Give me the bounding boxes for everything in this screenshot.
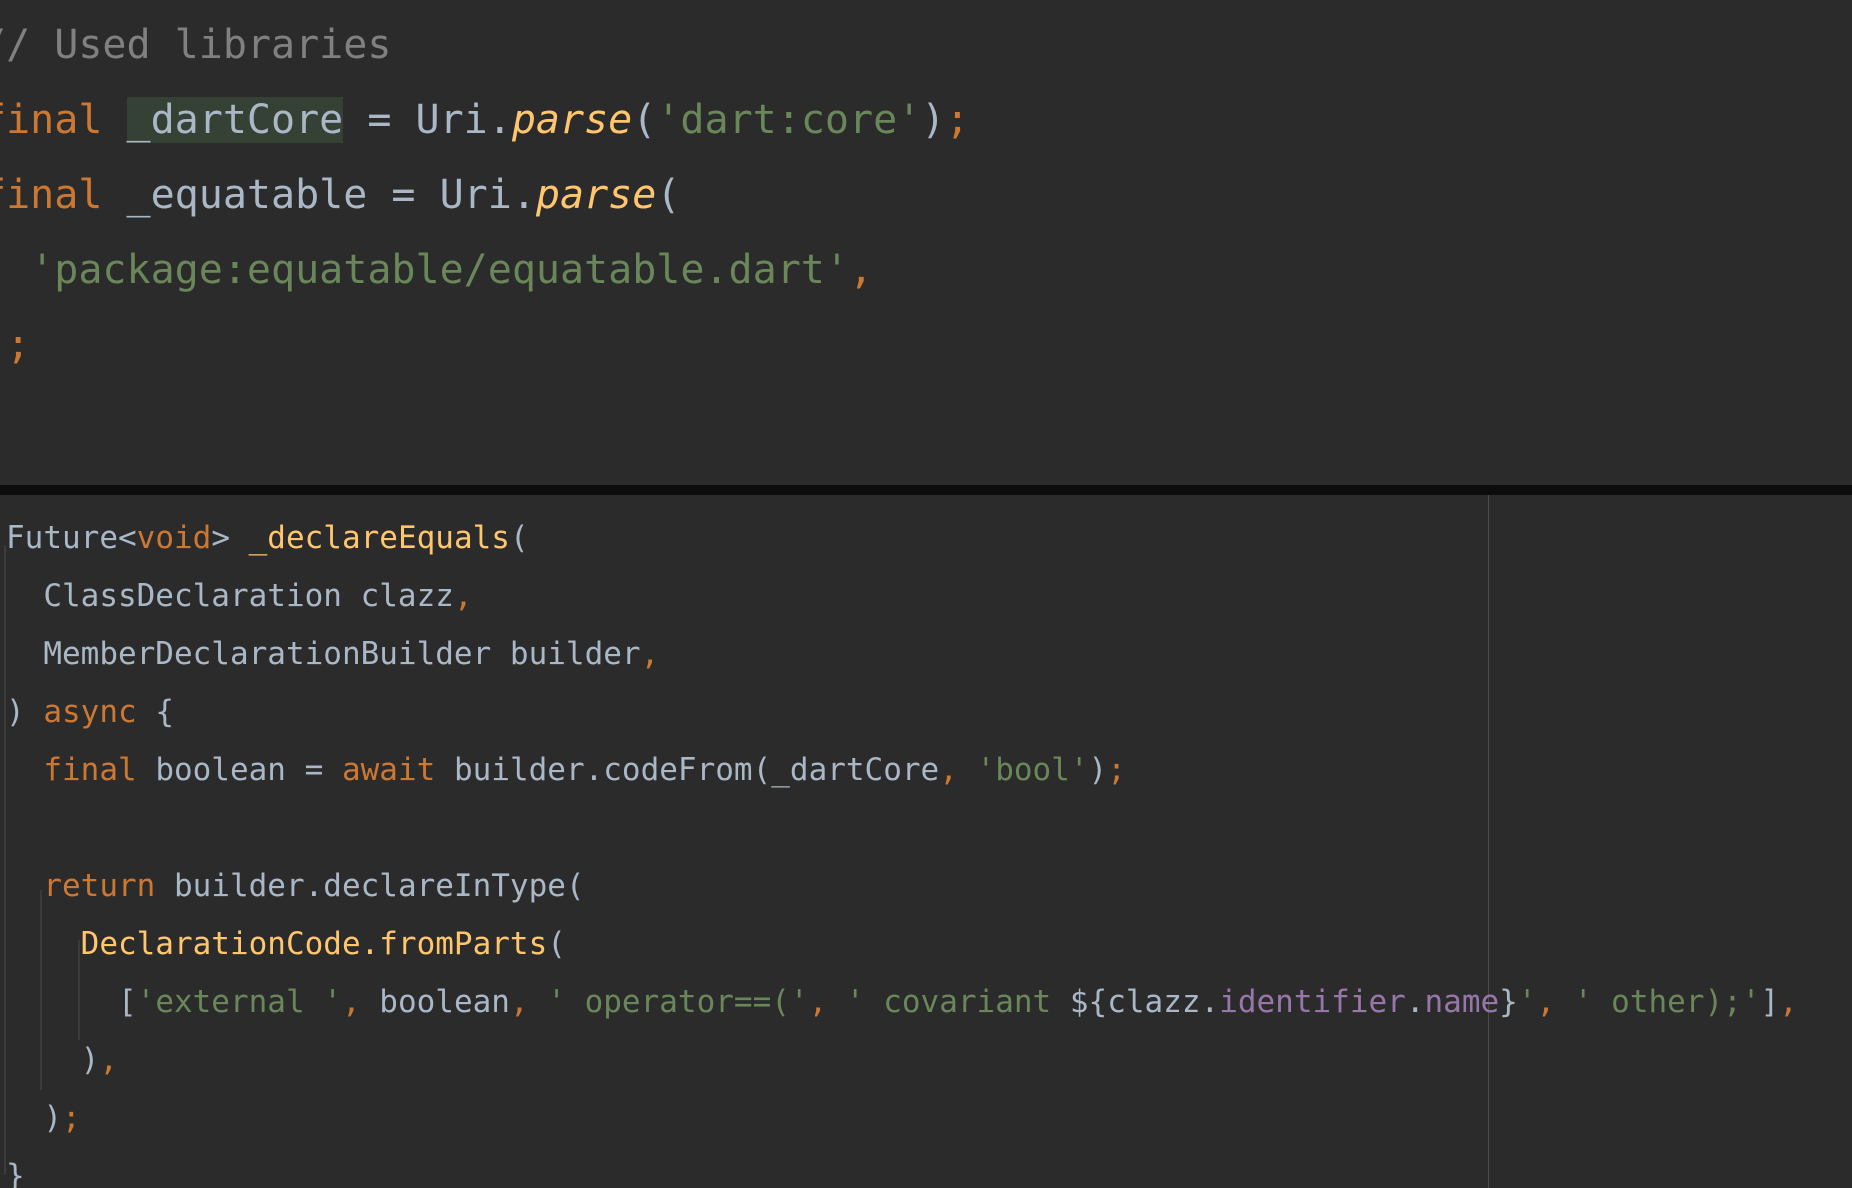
code-token: ClassDeclaration clazz [6, 578, 454, 614]
code-token: Future< [6, 520, 137, 556]
code-token: MemberDeclarationBuilder builder [6, 636, 641, 672]
code-token: parse [511, 97, 633, 143]
code-line[interactable]: ); [0, 322, 30, 368]
code-token: ] [1760, 984, 1780, 1020]
code-token: , [848, 247, 874, 293]
code-line[interactable]: final boolean = await builder.codeFrom(_… [6, 752, 1126, 788]
code-token: { [136, 694, 174, 730]
code-token: parse [535, 172, 657, 218]
code-token: ' [1517, 984, 1537, 1020]
code-token: ( [656, 172, 681, 218]
code-token: 'bool' [976, 752, 1089, 788]
code-token: > [211, 520, 249, 556]
code-line[interactable]: ) async { [6, 694, 174, 730]
right-margin-guide [1488, 495, 1489, 1188]
code-token: ' covariant [845, 984, 1070, 1020]
code-token: } [1499, 984, 1518, 1020]
code-token: boolean [379, 984, 510, 1020]
code-line[interactable]: } [6, 1158, 25, 1188]
code-token: ${clazz. [1069, 984, 1220, 1020]
code-line[interactable]: final _dartCore = Uri.parse('dart:core')… [0, 97, 969, 143]
code-token: , [1536, 984, 1574, 1020]
code-token: 'package:equatable/equatable.dart' [30, 247, 849, 293]
code-token: // Used libraries [0, 22, 392, 68]
code-token: name [1424, 984, 1500, 1020]
code-token: identifier [1219, 984, 1406, 1020]
code-token: . [1405, 984, 1425, 1020]
code-token: ; [1107, 752, 1126, 788]
code-token: ) [6, 694, 44, 730]
code-token: ) [921, 97, 946, 143]
code-token: [ [6, 984, 137, 1020]
code-token: final [0, 97, 103, 143]
code-token: , [509, 984, 548, 1020]
code-line[interactable]: 'package:equatable/equatable.dart', [0, 247, 873, 293]
code-line[interactable]: DeclarationCode.fromParts( [6, 926, 566, 962]
code-token: ) [6, 1042, 100, 1078]
code-token: , [99, 1042, 118, 1078]
code-token: ' other);' [1573, 984, 1761, 1020]
code-token: ' operator==(' [547, 984, 809, 1020]
code-line[interactable]: ClassDeclaration clazz, [6, 578, 473, 614]
code-token: void [136, 520, 212, 556]
code-token: await [341, 752, 436, 788]
code-token: return [43, 868, 156, 904]
code-token: , [939, 752, 977, 788]
code-token: 'external ' [136, 984, 342, 1020]
code-token: ( [632, 97, 657, 143]
code-token: } [6, 1158, 25, 1188]
code-token: _declareEquals [248, 520, 510, 556]
code-token: , [1779, 984, 1798, 1020]
code-line[interactable]: MemberDeclarationBuilder builder, [6, 636, 659, 672]
code-line[interactable]: ); [6, 1100, 81, 1136]
code-token: ; [945, 97, 970, 143]
code-token: ) [6, 1100, 62, 1136]
code-token: 'dart:core' [656, 97, 922, 143]
code-token: , [640, 636, 660, 672]
code-token: async [43, 694, 137, 730]
code-token: builder.codeFrom(_dartCore [435, 752, 940, 788]
code-line[interactable]: ), [6, 1042, 118, 1078]
code-token: ( [547, 926, 566, 962]
code-token: _equatable = Uri. [126, 172, 536, 218]
code-token: , [808, 984, 846, 1020]
code-token: final [43, 752, 137, 788]
code-token: DeclarationCode.fromParts [80, 926, 548, 962]
code-token: ( [509, 520, 529, 556]
code-token: final [0, 172, 103, 218]
code-line[interactable]: // Used libraries [0, 22, 391, 68]
code-token: boolean = [136, 752, 342, 788]
code-token: , [341, 984, 380, 1020]
code-token: builder.declareInType( [155, 868, 585, 904]
code-token: , [453, 578, 473, 614]
code-line[interactable]: final _equatable = Uri.parse( [0, 172, 680, 218]
bottom-editor-pane[interactable]: Future<void> _declareEquals( ClassDeclar… [0, 495, 1852, 1188]
code-token: ; [62, 1100, 81, 1136]
top-editor-pane[interactable]: // Used librariesfinal _dartCore = Uri.p… [0, 0, 1852, 485]
code-token: ; [6, 322, 31, 368]
code-line[interactable]: Future<void> _declareEquals( [6, 520, 529, 556]
code-token: = Uri. [343, 97, 512, 143]
code-line[interactable]: ['external ', boolean, ' operator==(', '… [6, 984, 1798, 1020]
code-line[interactable]: return builder.declareInType( [6, 868, 585, 904]
code-token: _dartCore [126, 97, 344, 143]
split-divider[interactable] [0, 485, 1852, 495]
code-token: ) [1088, 752, 1108, 788]
